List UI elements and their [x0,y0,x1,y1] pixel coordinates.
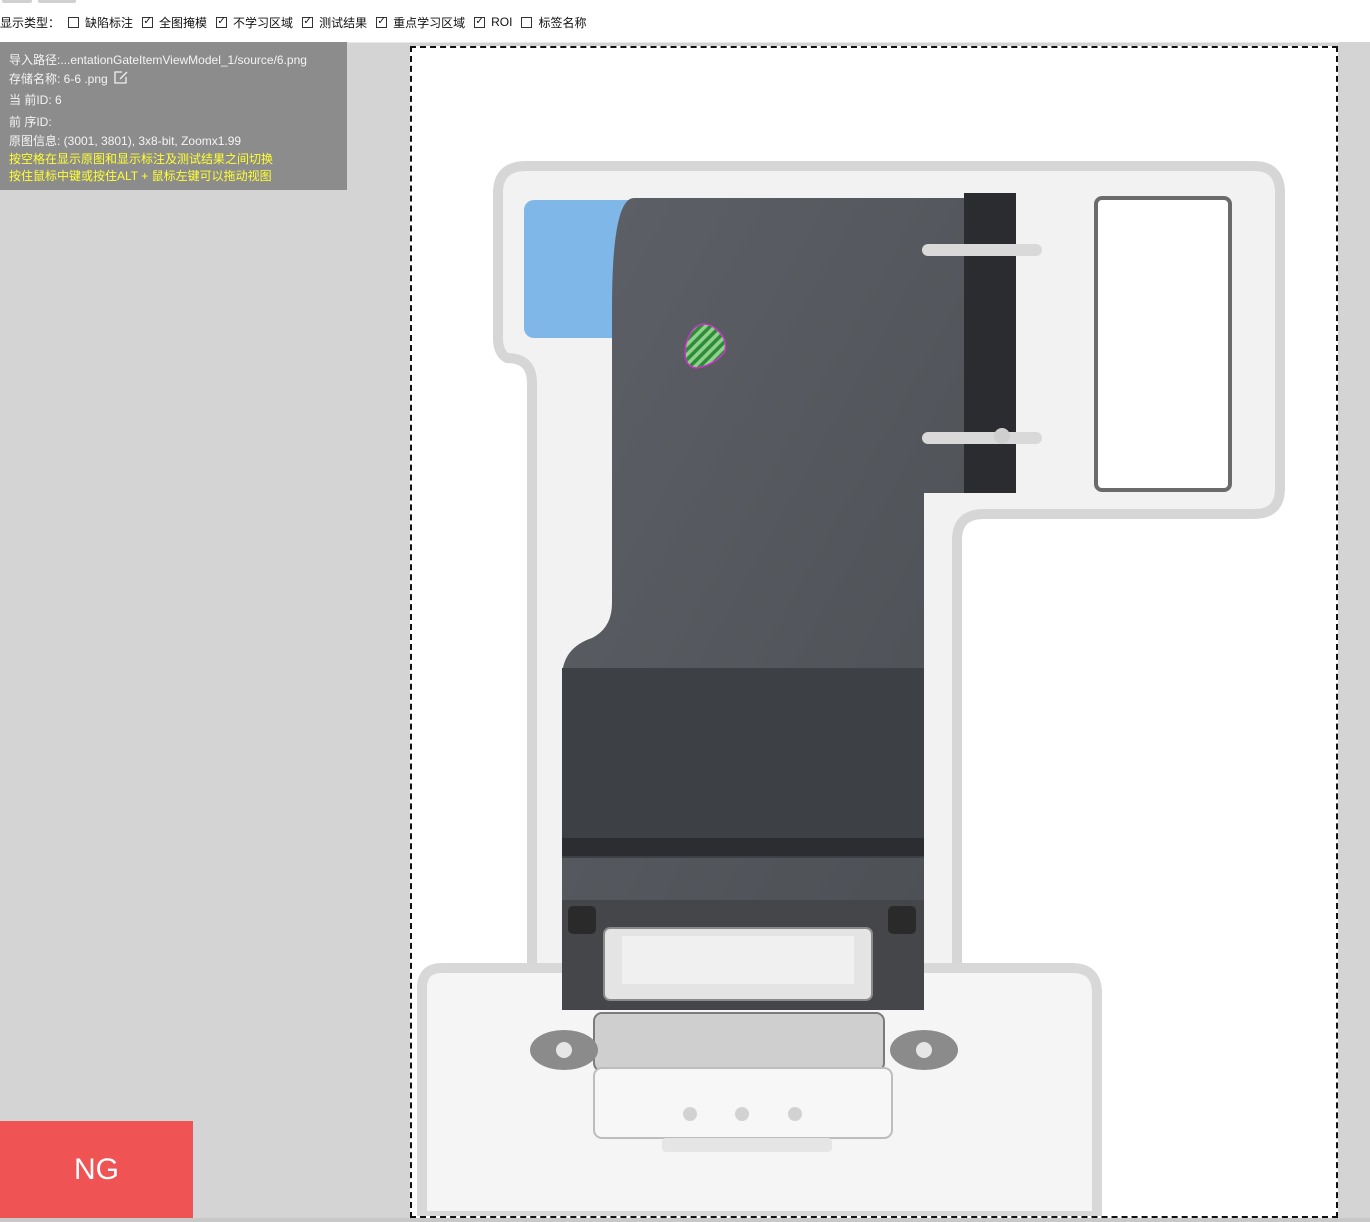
display-toolbar: 显示类型： 缺陷标注 ✓ 全图掩模 ✓ 不学习区域 ✓ 测试结果 ✓ 重点学习区域 ✓ R… [0,0,1370,43]
image-view-canvas[interactable] [410,46,1338,1218]
inspected-part-image [412,48,1336,1216]
previous-id: 前 序ID: [9,115,52,129]
filter-full-mask[interactable]: ✓ 全图掩模 [142,14,207,31]
drag-view-hint: 按住鼠标中键或按住ALT + 鼠标左键可以拖动视图 [9,169,272,183]
filter-no-learn-region[interactable]: ✓ 不学习区域 [216,14,293,31]
horizontal-scrollbar[interactable] [0,1218,1370,1222]
checkbox[interactable]: ✓ [142,16,154,28]
image-info-panel: 导入路径:...entationGateItemViewModel_1/sour… [0,42,347,190]
display-type-filters: 显示类型： 缺陷标注 ✓ 全图掩模 ✓ 不学习区域 ✓ 测试结果 ✓ 重点学习区域 ✓ R… [0,13,595,31]
storage-name: 存储名称: 6-6 .png [9,72,108,86]
result-status-badge: NG [0,1121,193,1218]
filter-key-learn-region[interactable]: ✓ 重点学习区域 [376,14,465,31]
import-path: 导入路径:...entationGateItemViewModel_1/sour… [9,53,307,67]
filter-test-result[interactable]: ✓ 测试结果 [302,14,367,31]
storage-name-row: 存储名称: 6-6 .png [9,70,129,87]
filter-label-name[interactable]: 标签名称 [521,14,586,31]
vertical-scrollbar[interactable] [1339,42,1370,1222]
display-type-label: 显示类型： [0,15,61,30]
filter-roi[interactable]: ✓ ROI [474,15,512,29]
image-info: 原图信息: (3001, 3801), 3x8-bit, Zoomx1.99 [9,134,242,148]
filter-defect-annotation[interactable]: 缺陷标注 [68,14,133,31]
checkbox[interactable] [521,16,533,28]
checkbox[interactable] [68,16,80,28]
tab-stub-1[interactable] [2,0,32,3]
checkbox[interactable]: ✓ [302,16,314,28]
edit-icon[interactable] [113,70,129,85]
checkbox[interactable]: ✓ [376,16,388,28]
tab-stub-2[interactable] [38,0,76,3]
checkbox[interactable]: ✓ [474,16,486,28]
checkbox[interactable]: ✓ [216,16,228,28]
current-id: 当 前ID: 6 [9,93,62,107]
space-toggle-hint: 按空格在显示原图和显示标注及测试结果之间切换 [9,152,274,166]
